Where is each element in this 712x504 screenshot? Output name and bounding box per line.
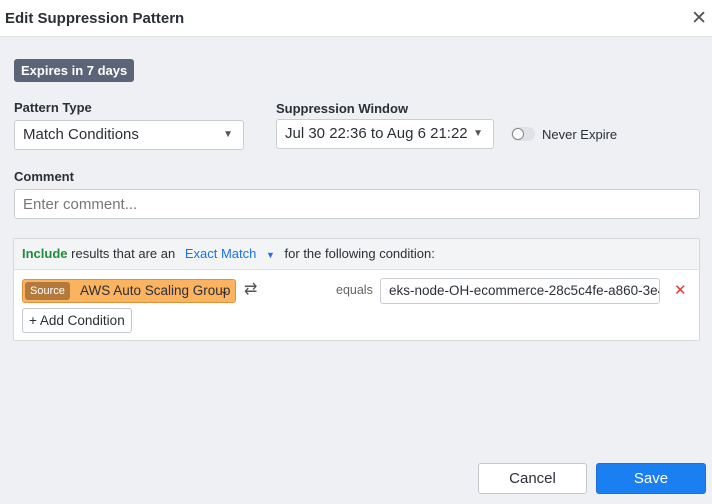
suppression-window-label: Suppression Window [276, 101, 409, 116]
condition-header: Include results that are an Exact Match … [14, 239, 699, 270]
caret-down-icon: ▼ [473, 128, 483, 139]
operator-label: equals [336, 283, 373, 297]
never-expire-toggle[interactable] [511, 127, 535, 141]
source-tag: Source [25, 282, 70, 300]
condition-text-2: for the following condition: [284, 246, 435, 261]
condition-value-input[interactable]: eks-node-OH-ecommerce-28c5c4fe-a860-3e4 [380, 278, 660, 304]
field-select[interactable]: Source AWS Auto Scaling Group ⌄ [22, 279, 236, 303]
suppression-window-value: Jul 30 22:36 to Aug 6 21:22 [285, 125, 468, 142]
pattern-type-label: Pattern Type [14, 100, 92, 115]
close-icon[interactable]: ✕ [691, 7, 707, 30]
add-condition-button[interactable]: + Add Condition [22, 308, 132, 333]
remove-condition-icon[interactable]: ✕ [674, 281, 687, 299]
suppression-window-select[interactable]: Jul 30 22:36 to Aug 6 21:22 ▼ [276, 119, 494, 149]
pattern-type-value: Match Conditions [23, 126, 139, 143]
never-expire-label: Never Expire [542, 127, 618, 142]
condition-text: results that are an [71, 246, 176, 261]
include-label: Include [22, 246, 68, 261]
caret-down-icon: ▼ [223, 129, 233, 140]
swap-icon[interactable]: ⇄ [244, 279, 257, 299]
caret-down-icon: ▼ [265, 250, 275, 260]
match-type-dropdown[interactable]: Exact Match ▼ [185, 246, 275, 261]
pattern-type-select[interactable]: Match Conditions ▼ [14, 120, 244, 150]
save-button[interactable]: Save [596, 463, 706, 494]
cancel-button[interactable]: Cancel [478, 463, 587, 494]
field-value: AWS Auto Scaling Group [80, 283, 231, 298]
comment-input[interactable] [14, 189, 700, 219]
match-type-value: Exact Match [184, 246, 257, 261]
comment-label: Comment [14, 169, 74, 184]
dialog-title: Edit Suppression Pattern [5, 10, 185, 27]
chevron-down-icon: ⌄ [219, 285, 229, 297]
expiry-badge: Expires in 7 days [14, 59, 135, 82]
condition-panel: Include results that are an Exact Match … [13, 238, 700, 341]
dialog-header: Edit Suppression Pattern ✕ [0, 0, 712, 37]
